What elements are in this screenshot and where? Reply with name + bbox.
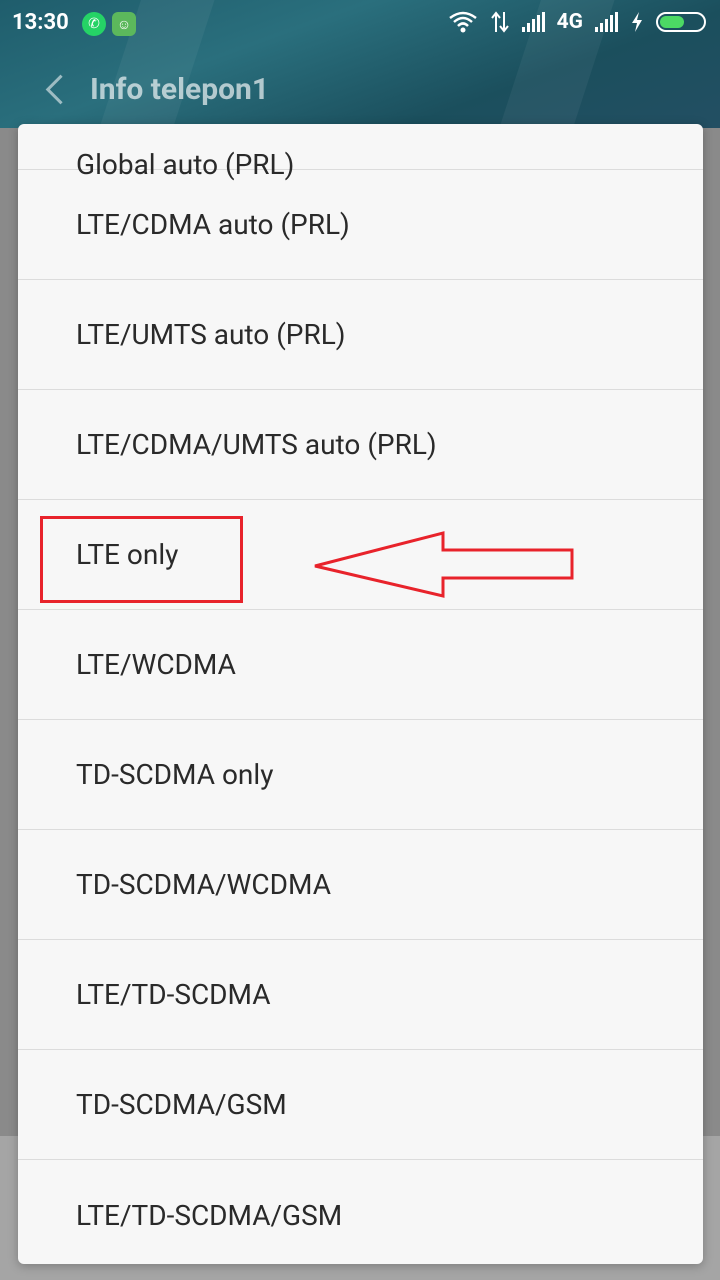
option-label: TD-SCDMA/WCDMA: [76, 868, 331, 901]
network-type: 4G: [556, 10, 583, 34]
chevron-left-icon[interactable]: [42, 69, 74, 109]
wifi-icon: [448, 11, 477, 33]
option-lte-cdma-umts-auto[interactable]: LTE/CDMA/UMTS auto (PRL): [18, 390, 703, 500]
option-td-scdma-wcdma[interactable]: TD-SCDMA/WCDMA: [18, 830, 703, 940]
option-lte-cdma-auto[interactable]: LTE/CDMA auto (PRL): [18, 170, 703, 280]
option-label: TD-SCDMA only: [76, 758, 274, 791]
option-global-auto[interactable]: Global auto (PRL): [18, 124, 703, 181]
annotation-highlight-box: [40, 516, 243, 603]
data-transfer-icon: [490, 11, 509, 33]
option-label: LTE/CDMA auto (PRL): [76, 208, 350, 241]
option-label: TD-SCDMA/GSM: [76, 1088, 287, 1121]
page-title: Info telepon1: [90, 71, 270, 107]
app-header: 13:30 ✆ ☺ 4G Info telepon1: [0, 0, 720, 128]
option-label: LTE/CDMA/UMTS auto (PRL): [76, 428, 437, 461]
status-time: 13:30: [12, 10, 69, 35]
status-bar: 13:30 ✆ ☺ 4G: [0, 0, 720, 50]
option-lte-td-scdma[interactable]: LTE/TD-SCDMA: [18, 940, 703, 1050]
option-lte-umts-auto[interactable]: LTE/UMTS auto (PRL): [18, 280, 703, 390]
signal-icon-2: [595, 12, 618, 32]
status-icons: 4G: [448, 10, 706, 34]
charging-icon: [632, 12, 642, 32]
option-label: LTE/WCDMA: [76, 648, 236, 681]
whatsapp-icon: ✆: [82, 12, 106, 36]
option-lte-wcdma[interactable]: LTE/WCDMA: [18, 610, 703, 720]
network-mode-dialog: Global auto (PRL) LTE/CDMA auto (PRL) LT…: [18, 124, 703, 1264]
title-bar: Info telepon1: [0, 56, 720, 122]
option-label: LTE/TD-SCDMA: [76, 978, 271, 1011]
battery-icon: [656, 12, 706, 32]
option-lte-td-scdma-gsm[interactable]: LTE/TD-SCDMA/GSM: [18, 1160, 703, 1264]
annotation-arrow-icon: [314, 531, 574, 598]
signal-icon: [521, 12, 545, 32]
option-label: LTE/TD-SCDMA/GSM: [76, 1198, 343, 1232]
grammarly-icon: ☺: [112, 12, 136, 36]
option-td-scdma-gsm[interactable]: TD-SCDMA/GSM: [18, 1050, 703, 1160]
option-td-scdma-only[interactable]: TD-SCDMA only: [18, 720, 703, 830]
option-label: LTE/UMTS auto (PRL): [76, 318, 346, 351]
